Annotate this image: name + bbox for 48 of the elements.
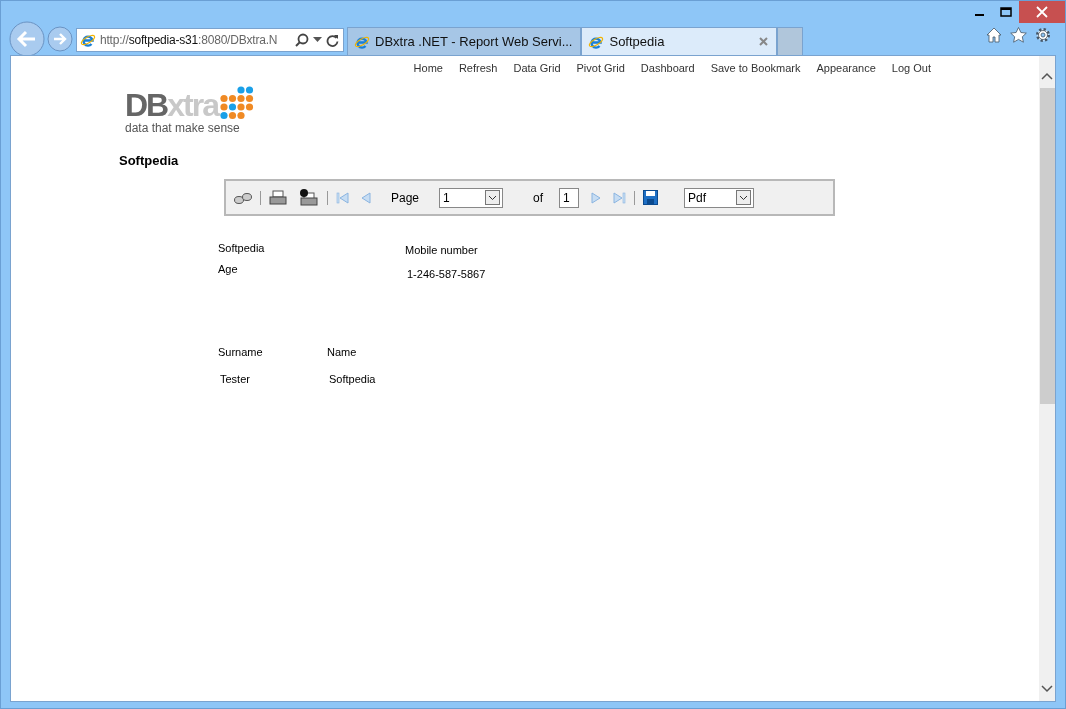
nav-link[interactable]: Data Grid bbox=[513, 62, 561, 74]
printer-badge-icon[interactable] bbox=[299, 188, 319, 207]
browser-tab[interactable]: Softpedia bbox=[581, 27, 778, 55]
nav-link[interactable]: Pivot Grid bbox=[576, 62, 625, 74]
refresh-icon[interactable] bbox=[326, 33, 339, 47]
column-header: Surname bbox=[218, 346, 263, 358]
maximize-icon[interactable] bbox=[1000, 7, 1012, 17]
report-label: Age bbox=[218, 263, 238, 275]
address-field[interactable]: http://softpedia-s31:8080/DBxtra.N bbox=[76, 28, 344, 52]
report-label: Softpedia bbox=[218, 242, 265, 254]
dropdown-caret-icon[interactable] bbox=[485, 190, 501, 205]
nav-link[interactable]: Save to Bookmark bbox=[710, 62, 801, 74]
report-label: Mobile number bbox=[405, 244, 478, 256]
close-icon[interactable] bbox=[1036, 6, 1048, 18]
close-button[interactable] bbox=[1019, 1, 1065, 23]
favorites-star-icon[interactable] bbox=[1010, 27, 1027, 43]
save-icon[interactable] bbox=[643, 190, 659, 205]
search-icon[interactable] bbox=[295, 33, 309, 47]
page-dropdown[interactable]: 1 bbox=[439, 187, 504, 208]
home-icon[interactable] bbox=[986, 27, 1002, 43]
nav-link[interactable]: Refresh bbox=[458, 62, 498, 74]
format-dropdown[interactable]: Pdf bbox=[684, 187, 755, 208]
nav-link[interactable]: Home bbox=[413, 62, 443, 74]
nav-link[interactable]: Dashboard bbox=[640, 62, 695, 74]
forward-button[interactable] bbox=[47, 26, 73, 52]
dropdown-caret-icon[interactable] bbox=[736, 190, 752, 205]
browser-logo-icon bbox=[80, 32, 96, 48]
nav-link[interactable]: Appearance bbox=[816, 62, 876, 74]
printer-icon[interactable] bbox=[269, 189, 287, 206]
close-tab-icon[interactable] bbox=[759, 37, 769, 46]
dropdown-caret-icon[interactable] bbox=[313, 37, 322, 43]
back-button[interactable] bbox=[9, 21, 45, 57]
browser-tab[interactable]: DBxtra .NET - Report Web Servi... bbox=[347, 27, 582, 55]
page-title: Softpedia bbox=[119, 153, 179, 168]
nav-link[interactable]: Log Out bbox=[891, 62, 931, 74]
scroll-down-icon[interactable] bbox=[1041, 685, 1053, 693]
page-total-field: 1 bbox=[559, 187, 580, 208]
scrollbar[interactable] bbox=[1039, 56, 1055, 701]
report-value: 1-246-587-5867 bbox=[407, 268, 486, 280]
column-header: Name bbox=[327, 346, 357, 358]
page-label: Page bbox=[391, 190, 420, 205]
binoculars-icon[interactable] bbox=[234, 190, 252, 205]
table-cell-text: Tester bbox=[219, 373, 250, 385]
settings-icon[interactable] bbox=[1035, 27, 1051, 43]
of-label: of bbox=[533, 190, 544, 205]
table-cell-text: Softpedia bbox=[328, 373, 376, 385]
scroll-up-icon[interactable] bbox=[1041, 72, 1053, 80]
logo: DBxtra data that make sense bbox=[125, 86, 271, 135]
